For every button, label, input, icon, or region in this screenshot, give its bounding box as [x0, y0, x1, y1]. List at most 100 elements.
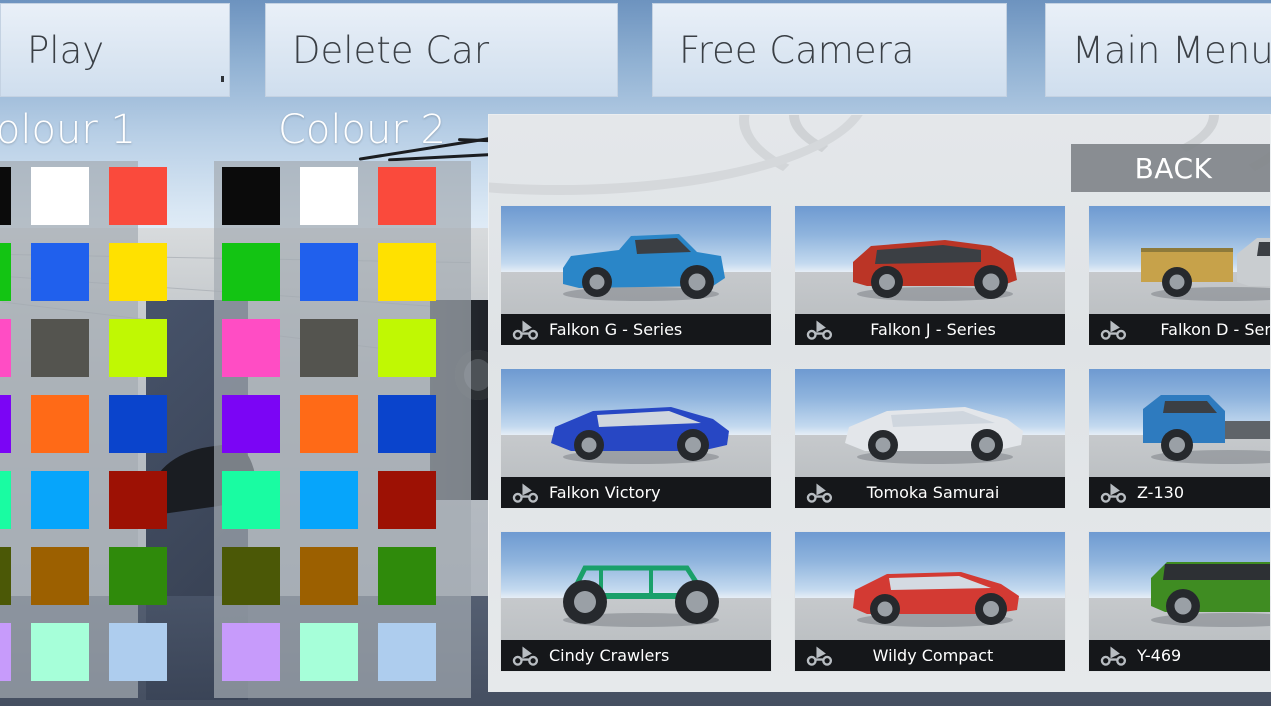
- car-name: Tomoka Samurai: [867, 483, 1038, 502]
- colour-swatch-black[interactable]: [0, 167, 11, 225]
- car-card[interactable]: Y-469: [1088, 531, 1271, 672]
- colour-swatch-aquamarine[interactable]: [300, 623, 358, 681]
- car-label: Falkon G - Series: [501, 314, 771, 345]
- main-menu-button-label: Main Menu: [1072, 29, 1271, 72]
- car-thumbnail: [501, 532, 771, 642]
- colour-swatch-royal-blue[interactable]: [109, 395, 167, 453]
- free-camera-button[interactable]: Free Camera: [652, 3, 1007, 97]
- prefab-icon: [801, 480, 839, 506]
- colour-swatch-light-violet[interactable]: [222, 623, 280, 681]
- car-thumbnail: [795, 532, 1065, 642]
- car-label: Falkon J - Series: [795, 314, 1065, 345]
- prefab-icon: [801, 317, 839, 343]
- car-name: Falkon Victory: [549, 483, 661, 502]
- colour-swatch-sky-blue[interactable]: [300, 471, 358, 529]
- colour-swatch-red[interactable]: [378, 167, 436, 225]
- prefab-icon: [507, 643, 545, 669]
- colour-swatch-green[interactable]: [0, 243, 11, 301]
- car-label: Falkon D - Series: [1089, 314, 1271, 345]
- car-card[interactable]: Falkon Victory: [500, 368, 772, 509]
- colour-swatch-sky-blue[interactable]: [31, 471, 89, 529]
- colour-1-swatch-panel: [0, 161, 138, 698]
- car-thumbnail: [501, 206, 771, 316]
- car-label: Y-469: [1089, 640, 1271, 671]
- prefab-icon: [1095, 480, 1133, 506]
- prefab-icon: [1095, 643, 1133, 669]
- main-menu-button[interactable]: Main Menu: [1045, 3, 1271, 97]
- colour-swatch-yellow[interactable]: [109, 243, 167, 301]
- car-name: Falkon D - Series: [1160, 320, 1271, 339]
- colour-swatch-olive[interactable]: [0, 547, 11, 605]
- colour-swatch-olive[interactable]: [222, 547, 280, 605]
- colour-swatch-brown[interactable]: [300, 547, 358, 605]
- colour-swatch-orange[interactable]: [300, 395, 358, 453]
- play-button-label: Play: [27, 29, 104, 72]
- colour-swatch-blue[interactable]: [300, 243, 358, 301]
- free-camera-button-label: Free Camera: [679, 29, 914, 72]
- car-card[interactable]: Z-130: [1088, 368, 1271, 509]
- car-card[interactable]: Falkon G - Series: [500, 205, 772, 346]
- mouse-cursor: [221, 76, 224, 82]
- car-card[interactable]: Falkon D - Series: [1088, 205, 1271, 346]
- colour-swatch-light-violet[interactable]: [0, 623, 11, 681]
- colour-swatch-pink[interactable]: [222, 319, 280, 377]
- colour-swatch-dark-grey[interactable]: [31, 319, 89, 377]
- prefab-icon: [1095, 317, 1133, 343]
- colour-2-swatch-panel: [214, 161, 471, 698]
- colour-swatch-forest-green[interactable]: [378, 547, 436, 605]
- colour-swatch-lime[interactable]: [378, 319, 436, 377]
- colour-swatch-purple[interactable]: [0, 395, 11, 453]
- car-thumbnail: [795, 369, 1065, 479]
- car-name: Y-469: [1137, 646, 1181, 665]
- car-label: Z-130: [1089, 477, 1271, 508]
- play-button[interactable]: Play: [0, 3, 230, 97]
- car-card[interactable]: Wildy Compact: [794, 531, 1066, 672]
- car-card[interactable]: Tomoka Samurai: [794, 368, 1066, 509]
- back-button[interactable]: BACK: [1071, 144, 1271, 192]
- car-thumbnail: [1089, 532, 1271, 642]
- colour-swatch-brown[interactable]: [31, 547, 89, 605]
- car-thumbnail: [795, 206, 1065, 316]
- colour-swatch-light-blue[interactable]: [109, 623, 167, 681]
- top-button-bar: Play Delete Car Free Camera Main Menu: [0, 0, 1271, 100]
- colour-swatch-white[interactable]: [31, 167, 89, 225]
- car-name: Falkon J - Series: [870, 320, 1034, 339]
- colour-swatch-green[interactable]: [222, 243, 280, 301]
- car-label: Wildy Compact: [795, 640, 1065, 671]
- car-name: Wildy Compact: [873, 646, 1032, 665]
- colour-swatch-yellow[interactable]: [378, 243, 436, 301]
- car-card[interactable]: Cindy Crawlers: [500, 531, 772, 672]
- colour-2-title: Colour 2: [278, 107, 446, 153]
- colour-swatch-dark-red[interactable]: [378, 471, 436, 529]
- car-label: Cindy Crawlers: [501, 640, 771, 671]
- colour-swatch-blue[interactable]: [31, 243, 89, 301]
- car-label: Falkon Victory: [501, 477, 771, 508]
- colour-swatch-lime[interactable]: [109, 319, 167, 377]
- prefab-icon: [507, 317, 545, 343]
- car-thumbnail: [1089, 206, 1271, 316]
- delete-car-button-label: Delete Car: [292, 29, 489, 72]
- colour-swatch-orange[interactable]: [31, 395, 89, 453]
- colour-swatch-pink[interactable]: [0, 319, 11, 377]
- colour-swatch-dark-grey[interactable]: [300, 319, 358, 377]
- car-grid: Falkon G - Series Falkon J - Series Falkon…: [500, 205, 1271, 672]
- colour-swatch-red[interactable]: [109, 167, 167, 225]
- colour-swatch-forest-green[interactable]: [109, 547, 167, 605]
- colour-swatch-spring-green[interactable]: [0, 471, 11, 529]
- car-label: Tomoka Samurai: [795, 477, 1065, 508]
- colour-swatch-dark-red[interactable]: [109, 471, 167, 529]
- delete-car-button[interactable]: Delete Car: [265, 3, 618, 97]
- car-name: Falkon G - Series: [549, 320, 682, 339]
- car-thumbnail: [501, 369, 771, 479]
- car-card[interactable]: Falkon J - Series: [794, 205, 1066, 346]
- colour-swatch-white[interactable]: [300, 167, 358, 225]
- colour-swatch-black[interactable]: [222, 167, 280, 225]
- colour-swatch-spring-green[interactable]: [222, 471, 280, 529]
- colour-swatch-aquamarine[interactable]: [31, 623, 89, 681]
- car-selection-panel: BACK Falkon G - SeriesFalkon J - SeriesF…: [488, 114, 1271, 692]
- colour-swatch-light-blue[interactable]: [378, 623, 436, 681]
- prefab-icon: [507, 480, 545, 506]
- colour-swatch-purple[interactable]: [222, 395, 280, 453]
- car-name: Z-130: [1137, 483, 1184, 502]
- colour-swatch-royal-blue[interactable]: [378, 395, 436, 453]
